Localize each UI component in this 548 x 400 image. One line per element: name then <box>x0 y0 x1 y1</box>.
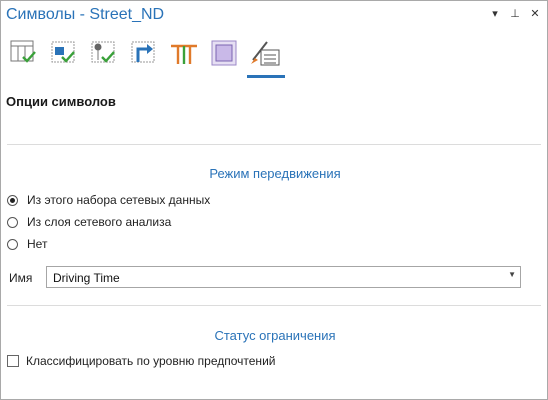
tool-symbology-options[interactable] <box>247 35 285 78</box>
divider <box>7 305 541 306</box>
classify-checkbox[interactable] <box>7 355 19 367</box>
section-title: Опции символов <box>6 94 116 109</box>
pin-icon[interactable]: ⊥ <box>509 7 521 21</box>
tool-junction[interactable] <box>87 35 121 75</box>
tool-turn-arrow[interactable] <box>127 35 161 75</box>
polygon-barrier-icon <box>211 40 237 66</box>
pane-title: Символы - Street_ND <box>6 6 165 23</box>
travel-mode-dropdown[interactable]: Driving Time ▼ <box>46 266 521 288</box>
symbology-pane: Символы - Street_ND ▾ ⊥ ✕ Опции символов… <box>0 0 548 400</box>
restriction-lines-icon <box>171 44 197 64</box>
window-controls: ▾ ⊥ ✕ <box>489 7 541 21</box>
divider <box>7 144 541 145</box>
symbology-options-icon <box>251 41 280 66</box>
dropdown-arrow-icon[interactable]: ▼ <box>508 270 516 279</box>
title-bar: Символы - Street_ND ▾ ⊥ ✕ <box>1 1 547 31</box>
close-icon[interactable]: ✕ <box>529 7 541 21</box>
tool-network-source[interactable] <box>47 35 81 75</box>
turn-table-icon <box>10 40 36 63</box>
radio-button[interactable] <box>7 216 18 228</box>
radio-button[interactable] <box>7 194 18 206</box>
restriction-status-header: Статус ограничения <box>214 328 336 343</box>
radio-label: Нет <box>27 237 48 251</box>
checkbox-label: Классифицировать по уровню предпочтений <box>26 354 276 368</box>
radio-from-analysis-layer[interactable]: Из слоя сетевого анализа <box>7 213 171 231</box>
name-label: Имя <box>9 271 33 285</box>
radio-from-network-dataset[interactable]: Из этого набора сетевых данных <box>7 191 210 209</box>
tool-turn-table[interactable] <box>7 35 41 75</box>
junction-check-icon <box>91 41 115 63</box>
turn-arrow-icon <box>131 41 155 63</box>
radio-label: Из этого набора сетевых данных <box>27 193 211 207</box>
dropdown-value: Driving Time <box>53 271 120 285</box>
menu-chevron-icon[interactable]: ▾ <box>489 7 501 21</box>
travel-mode-header: Режим передвижения <box>209 166 341 181</box>
classify-preference-option[interactable]: Классифицировать по уровню предпочтений <box>7 354 275 368</box>
tool-restriction[interactable] <box>167 35 201 75</box>
tool-polygon-barrier[interactable] <box>207 35 241 75</box>
network-source-icon <box>51 41 75 63</box>
radio-button[interactable] <box>7 238 18 250</box>
radio-none[interactable]: Нет <box>7 235 47 253</box>
radio-label: Из слоя сетевого анализа <box>27 215 172 229</box>
